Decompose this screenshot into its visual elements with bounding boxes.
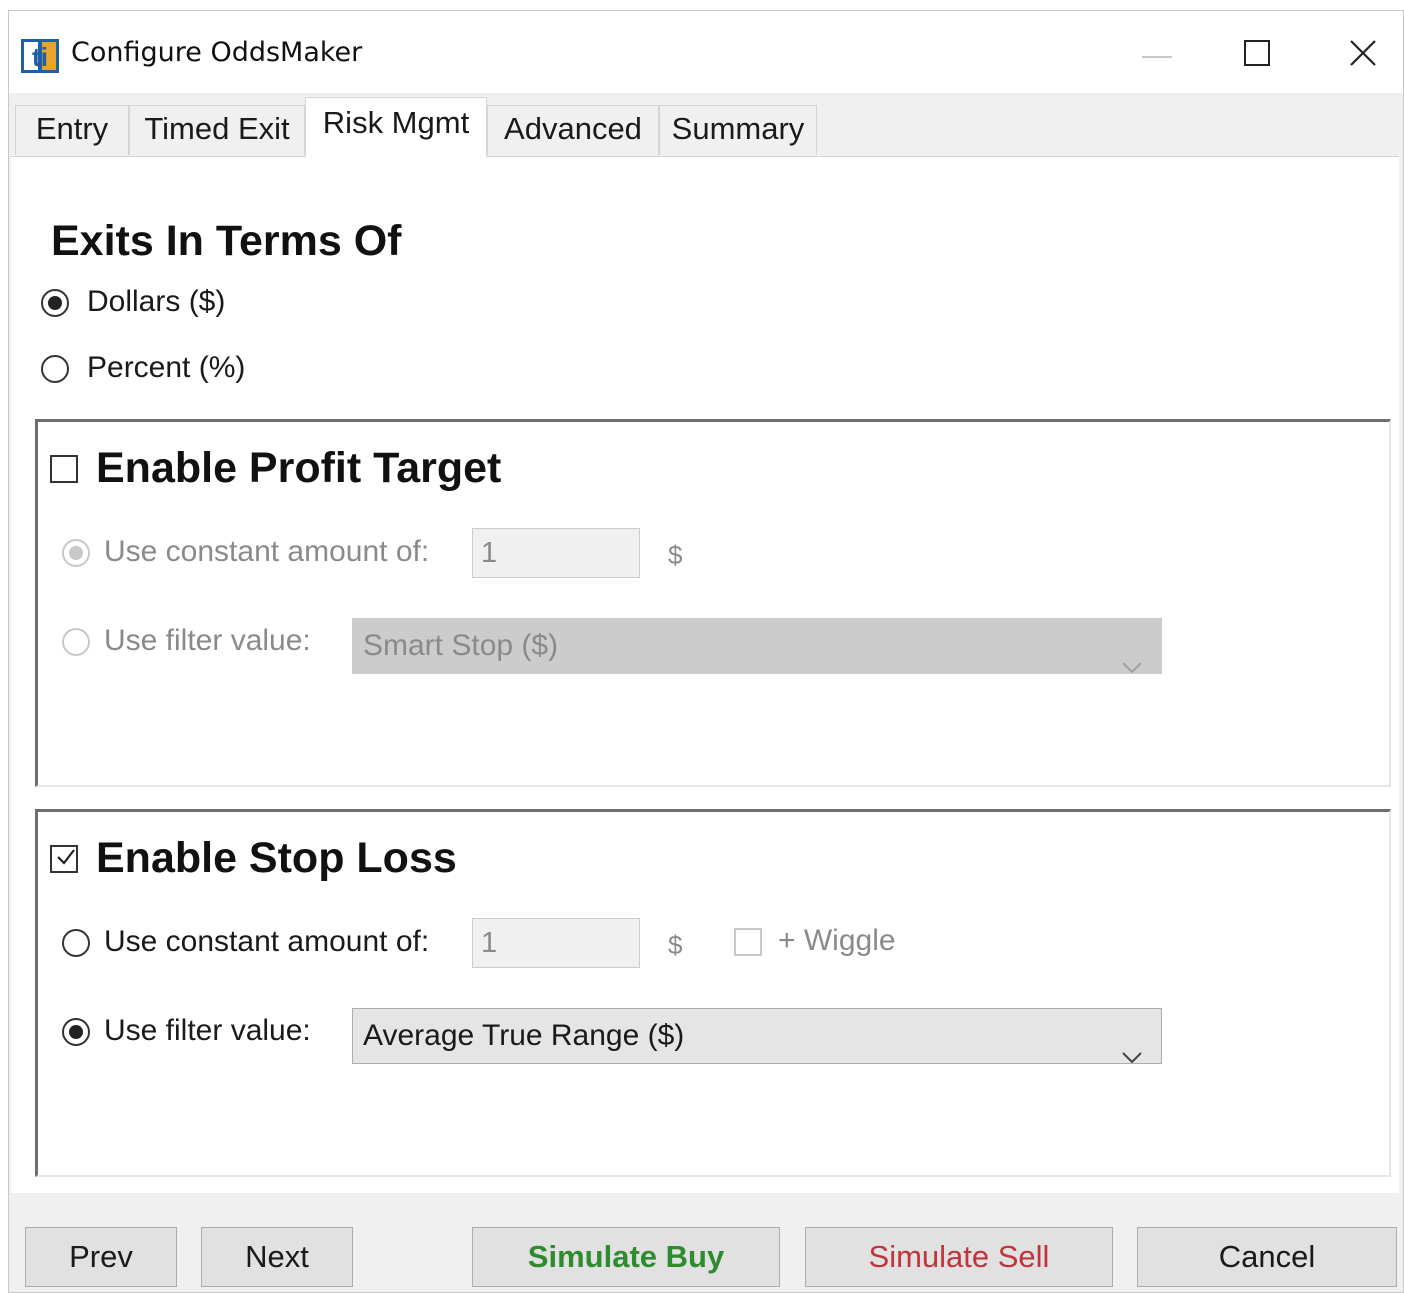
stop-filter-radio[interactable] — [62, 1018, 90, 1046]
tab-risk-mgmt[interactable]: Risk Mgmt — [305, 97, 487, 157]
stop-filter-dropdown[interactable]: Average True Range ($) — [352, 1008, 1162, 1064]
tab-summary[interactable]: Summary — [659, 105, 817, 155]
exits-heading: Exits In Terms Of — [51, 217, 402, 265]
tab-advanced[interactable]: Advanced — [487, 105, 659, 155]
title-bar: ti Configure OddsMaker — [9, 11, 1403, 93]
stop-constant-radio[interactable] — [62, 929, 90, 957]
cancel-button[interactable]: Cancel — [1137, 1227, 1397, 1287]
next-button[interactable]: Next — [201, 1227, 353, 1287]
stop-constant-label: Use constant amount of: — [104, 925, 430, 958]
wiggle-label: + Wiggle — [778, 924, 896, 957]
profit-constant-label: Use constant amount of: — [104, 535, 430, 568]
dollars-label: Dollars ($) — [87, 285, 226, 318]
tab-entry[interactable]: Entry — [15, 105, 129, 155]
risk-mgmt-panel: Exits In Terms Of Dollars ($) Percent (%… — [11, 156, 1399, 1193]
profit-target-title: Enable Profit Target — [96, 444, 502, 492]
enable-stop-loss-checkbox[interactable] — [50, 845, 78, 873]
profit-constant-radio[interactable] — [62, 539, 90, 567]
prev-button[interactable]: Prev — [25, 1227, 177, 1287]
profit-filter-radio[interactable] — [62, 628, 90, 656]
profit-filter-label: Use filter value: — [104, 624, 311, 657]
profit-constant-input[interactable]: 1 — [472, 528, 640, 578]
stop-filter-value: Average True Range ($) — [363, 1019, 685, 1052]
close-icon — [1349, 39, 1377, 72]
minimize-icon — [1142, 46, 1172, 64]
stop-loss-title: Enable Stop Loss — [96, 834, 457, 882]
chevron-down-icon — [1121, 1029, 1143, 1083]
profit-filter-value: Smart Stop ($) — [363, 629, 559, 662]
simulate-sell-button[interactable]: Simulate Sell — [805, 1227, 1113, 1287]
minimize-button[interactable] — [1129, 31, 1185, 79]
chevron-down-icon — [1121, 639, 1143, 693]
dollars-radio[interactable] — [41, 289, 69, 317]
percent-label: Percent (%) — [87, 351, 246, 384]
profit-target-group: Enable Profit Target Use constant amount… — [35, 419, 1391, 787]
close-button[interactable] — [1335, 31, 1391, 79]
stop-loss-group: Enable Stop Loss Use constant amount of:… — [35, 809, 1391, 1177]
enable-profit-target-checkbox[interactable] — [50, 455, 78, 483]
stop-unit-label: $ — [668, 930, 683, 960]
app-icon: ti — [21, 39, 59, 73]
profit-unit-label: $ — [668, 540, 683, 570]
profit-filter-dropdown[interactable]: Smart Stop ($) — [352, 618, 1162, 674]
configure-oddsmaker-window: ti Configure OddsMaker Entry Timed Exit … — [8, 10, 1404, 1293]
tab-strip: Entry Timed Exit Risk Mgmt Advanced Summ… — [9, 93, 1403, 157]
wiggle-checkbox[interactable] — [734, 928, 762, 956]
stop-filter-label: Use filter value: — [104, 1014, 311, 1047]
stop-constant-input[interactable]: 1 — [472, 918, 640, 968]
simulate-buy-button[interactable]: Simulate Buy — [472, 1227, 780, 1287]
maximize-button[interactable] — [1229, 31, 1285, 79]
window-title: Configure OddsMaker — [71, 37, 363, 68]
checkmark-icon — [55, 846, 77, 872]
tab-timed-exit[interactable]: Timed Exit — [129, 105, 305, 155]
maximize-icon — [1244, 39, 1270, 71]
percent-radio[interactable] — [41, 355, 69, 383]
svg-text:ti: ti — [32, 42, 48, 72]
